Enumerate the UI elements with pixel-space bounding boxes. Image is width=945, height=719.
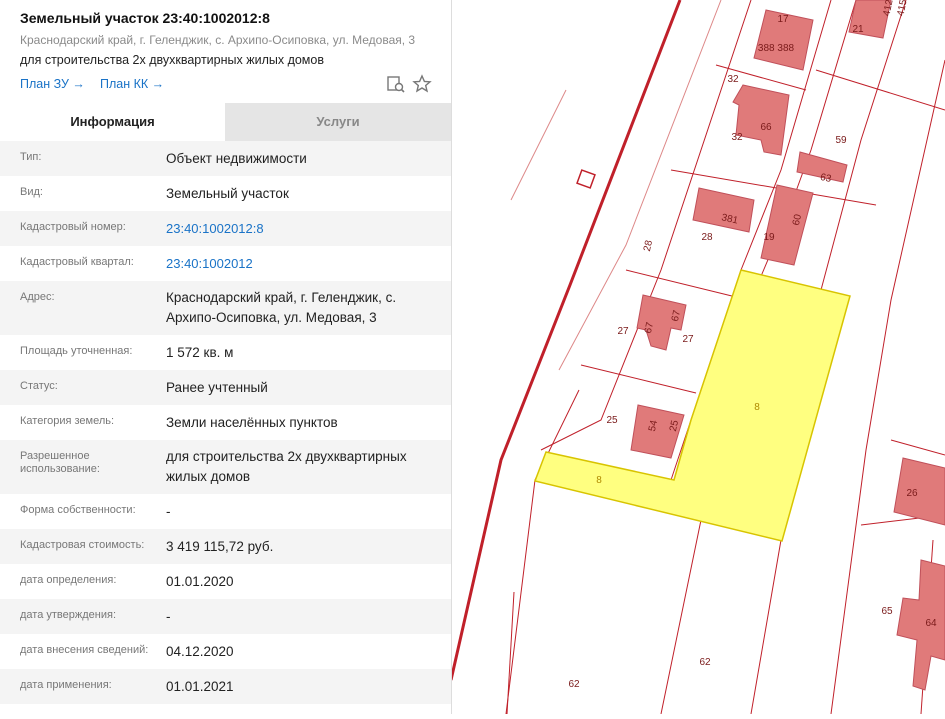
tab-information[interactable]: Информация xyxy=(0,103,225,141)
info-row-land-category: Категория земель: Земли населённых пункт… xyxy=(0,405,451,440)
tab-bar: Информация Услуги xyxy=(0,103,451,141)
building-label: 66 xyxy=(760,122,772,133)
info-row-date-approved: дата утверждения: - xyxy=(0,599,451,634)
row-label: Разрешенное использование: xyxy=(20,450,100,475)
info-row-type: Тип: Объект недвижимости xyxy=(0,141,451,176)
row-value: Ранее учтенный xyxy=(166,380,268,395)
row-value: Объект недвижимости xyxy=(166,151,307,166)
row-value: 1 572 кв. м xyxy=(166,345,234,360)
parcel-label: 28 xyxy=(701,232,713,243)
plan-kk-link[interactable]: План КК → xyxy=(100,77,164,91)
row-label: Категория земель: xyxy=(20,415,115,427)
cadastral-quarter-link[interactable]: 23:40:1002012 xyxy=(166,254,436,274)
row-value: Краснодарский край, г. Геленджик, с. Арх… xyxy=(166,290,397,325)
row-label: Вид: xyxy=(20,186,43,198)
parcel-label: 62 xyxy=(699,657,711,668)
row-label: дата применения: xyxy=(20,679,112,691)
row-value: - xyxy=(166,609,171,624)
row-value: Земельный участок xyxy=(166,186,289,201)
parcel-purpose: для строительства 2х двухквартирных жилы… xyxy=(20,53,324,67)
row-label: Тип: xyxy=(20,151,42,163)
plan-zu-link[interactable]: План ЗУ → xyxy=(20,77,85,91)
info-row-address: Адрес: Краснодарский край, г. Геленджик,… xyxy=(0,281,451,335)
row-label: Кадастровый номер: xyxy=(20,221,126,233)
row-value: Земли населённых пунктов xyxy=(166,415,338,430)
row-value: 01.01.2020 xyxy=(166,574,234,589)
building xyxy=(732,84,790,156)
star-icon[interactable] xyxy=(412,74,432,94)
info-row-kind: Вид: Земельный участок xyxy=(0,176,451,211)
building xyxy=(692,187,755,233)
parcel-label: 62 xyxy=(568,679,580,690)
parcel-label: 65 xyxy=(881,606,893,617)
info-row-status: Статус: Ранее учтенный xyxy=(0,370,451,405)
info-row-cadastral-value: Кадастровая стоимость: 3 419 115,72 руб. xyxy=(0,529,451,564)
building-label: 412 xyxy=(881,0,895,17)
parcel-line xyxy=(815,69,945,111)
info-row-date-determined: дата определения: 01.01.2020 xyxy=(0,564,451,599)
parcel-line xyxy=(506,591,515,715)
building-label: 64 xyxy=(925,618,937,629)
row-value: 04.12.2020 xyxy=(166,644,234,659)
row-label: дата утверждения: xyxy=(20,609,117,621)
parcel-label: 32 xyxy=(727,74,739,85)
parcel-title: Земельный участок 23:40:1002012:8 xyxy=(20,10,270,26)
parcel-line xyxy=(890,439,945,456)
row-label: дата внесения сведений: xyxy=(20,644,149,656)
row-label: Форма собственности: xyxy=(20,504,136,516)
parcel-line xyxy=(580,364,697,394)
building-label: 388 388 xyxy=(758,43,795,54)
row-label: Кадастровая стоимость: xyxy=(20,539,145,551)
row-value: 3 419 115,72 руб. xyxy=(166,539,274,554)
row-label: Площадь уточненная: xyxy=(20,345,133,357)
row-label: дата определения: xyxy=(20,574,117,586)
info-row-cadastral-quarter: Кадастровый квартал: 23:40:1002012 xyxy=(0,246,451,281)
survey-marker xyxy=(576,169,596,189)
selected-parcel-label: 8 xyxy=(754,402,760,413)
building-label: 63 xyxy=(819,172,833,185)
parcel-label: 27 xyxy=(682,334,694,345)
parcel-label: 32 xyxy=(731,132,743,143)
road-boundary-line xyxy=(449,0,682,681)
parcel-label: 25 xyxy=(606,415,618,426)
building xyxy=(896,559,945,691)
info-row-date-entered: дата внесения сведений: 04.12.2020 xyxy=(0,634,451,669)
parcel-label: 21 xyxy=(852,24,864,35)
selected-parcel-label-secondary: 8 xyxy=(596,475,602,486)
building xyxy=(760,184,814,266)
row-value: - xyxy=(166,504,171,519)
parcel-address: Краснодарский край, г. Геленджик, с. Арх… xyxy=(20,33,416,47)
parcel-label: 27 xyxy=(617,326,629,337)
cadastral-number-link[interactable]: 23:40:1002012:8 xyxy=(166,219,436,239)
parcel-label: 59 xyxy=(835,135,847,146)
parcel-label: 26 xyxy=(906,488,918,499)
info-row-cadastral-number: Кадастровый номер: 23:40:1002012:8 xyxy=(0,211,451,246)
info-row-ownership: Форма собственности: - xyxy=(0,494,451,529)
parcel-line xyxy=(625,269,737,298)
tab-services[interactable]: Услуги xyxy=(225,103,451,141)
info-row-permitted-use: Разрешенное использование: для строитель… xyxy=(0,440,451,494)
object-info-panel: Земельный участок 23:40:1002012:8 Красно… xyxy=(0,0,452,714)
parcel-line xyxy=(505,389,580,715)
info-row-area: Площадь уточненная: 1 572 кв. м xyxy=(0,335,451,370)
parcel-label: 17 xyxy=(777,14,789,25)
row-value: для строительства 2х двухквартирных жилы… xyxy=(166,449,407,484)
building xyxy=(893,457,945,526)
row-value: 01.01.2021 xyxy=(166,679,234,694)
row-label: Кадастровый квартал: xyxy=(20,256,134,268)
search-doc-icon[interactable] xyxy=(386,74,406,94)
building-label: 415 xyxy=(895,0,909,17)
row-label: Статус: xyxy=(20,380,58,392)
row-label: Адрес: xyxy=(20,291,55,303)
info-row-date-applied: дата применения: 01.01.2021 xyxy=(0,669,451,704)
parcel-label: 19 xyxy=(763,232,775,243)
road-edge-line xyxy=(510,89,567,201)
selected-parcel[interactable] xyxy=(533,269,851,542)
parcel-label: 28 xyxy=(642,239,655,253)
info-table: Тип: Объект недвижимости Вид: Земельный … xyxy=(0,141,451,704)
cadastral-map[interactable]: 388 388 66 63 381 60 67 67 54 64 412 415… xyxy=(449,0,945,715)
